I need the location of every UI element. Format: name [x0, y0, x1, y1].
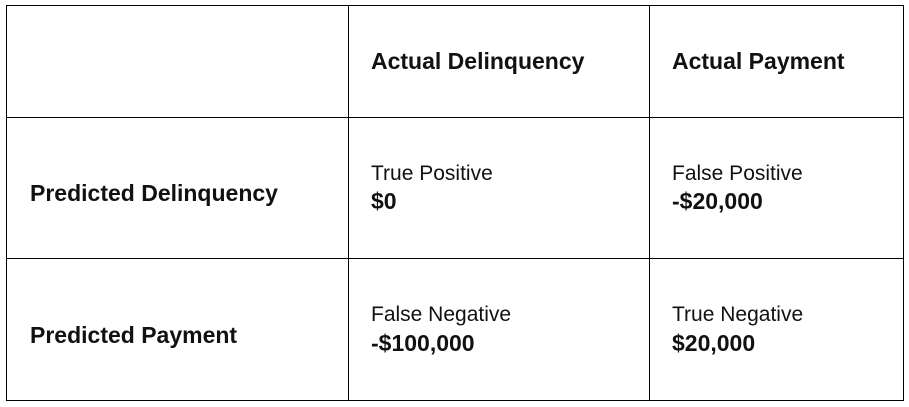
- column-header-label: Actual Delinquency: [371, 47, 585, 74]
- outcome-value: -$20,000: [672, 188, 763, 215]
- column-header-actual-payment: Actual Payment: [650, 6, 903, 118]
- row-header-label: Predicted Payment: [30, 321, 238, 348]
- outcome-value: $0: [371, 188, 397, 215]
- row-header-predicted-payment: Predicted Payment: [7, 259, 349, 400]
- row-header-label: Predicted Delinquency: [30, 180, 278, 207]
- cell-false-negative: False Negative -$100,000: [349, 259, 650, 400]
- outcome-label: True Positive: [371, 161, 493, 185]
- cell-true-negative: True Negative $20,000: [650, 259, 903, 400]
- outcome-label: False Positive: [672, 161, 803, 185]
- corner-cell: [7, 6, 349, 118]
- confusion-matrix-table: Actual Delinquency Actual Payment Predic…: [6, 5, 904, 401]
- column-header-label: Actual Payment: [672, 47, 845, 74]
- outcome-label: False Negative: [371, 303, 512, 327]
- cell-false-positive: False Positive -$20,000: [650, 118, 903, 259]
- outcome-value: -$100,000: [371, 329, 475, 356]
- outcome-value: $20,000: [672, 329, 756, 356]
- cell-true-positive: True Positive $0: [349, 118, 650, 259]
- row-header-predicted-delinquency: Predicted Delinquency: [7, 118, 349, 259]
- column-header-actual-delinquency: Actual Delinquency: [349, 6, 650, 118]
- outcome-label: True Negative: [672, 303, 804, 327]
